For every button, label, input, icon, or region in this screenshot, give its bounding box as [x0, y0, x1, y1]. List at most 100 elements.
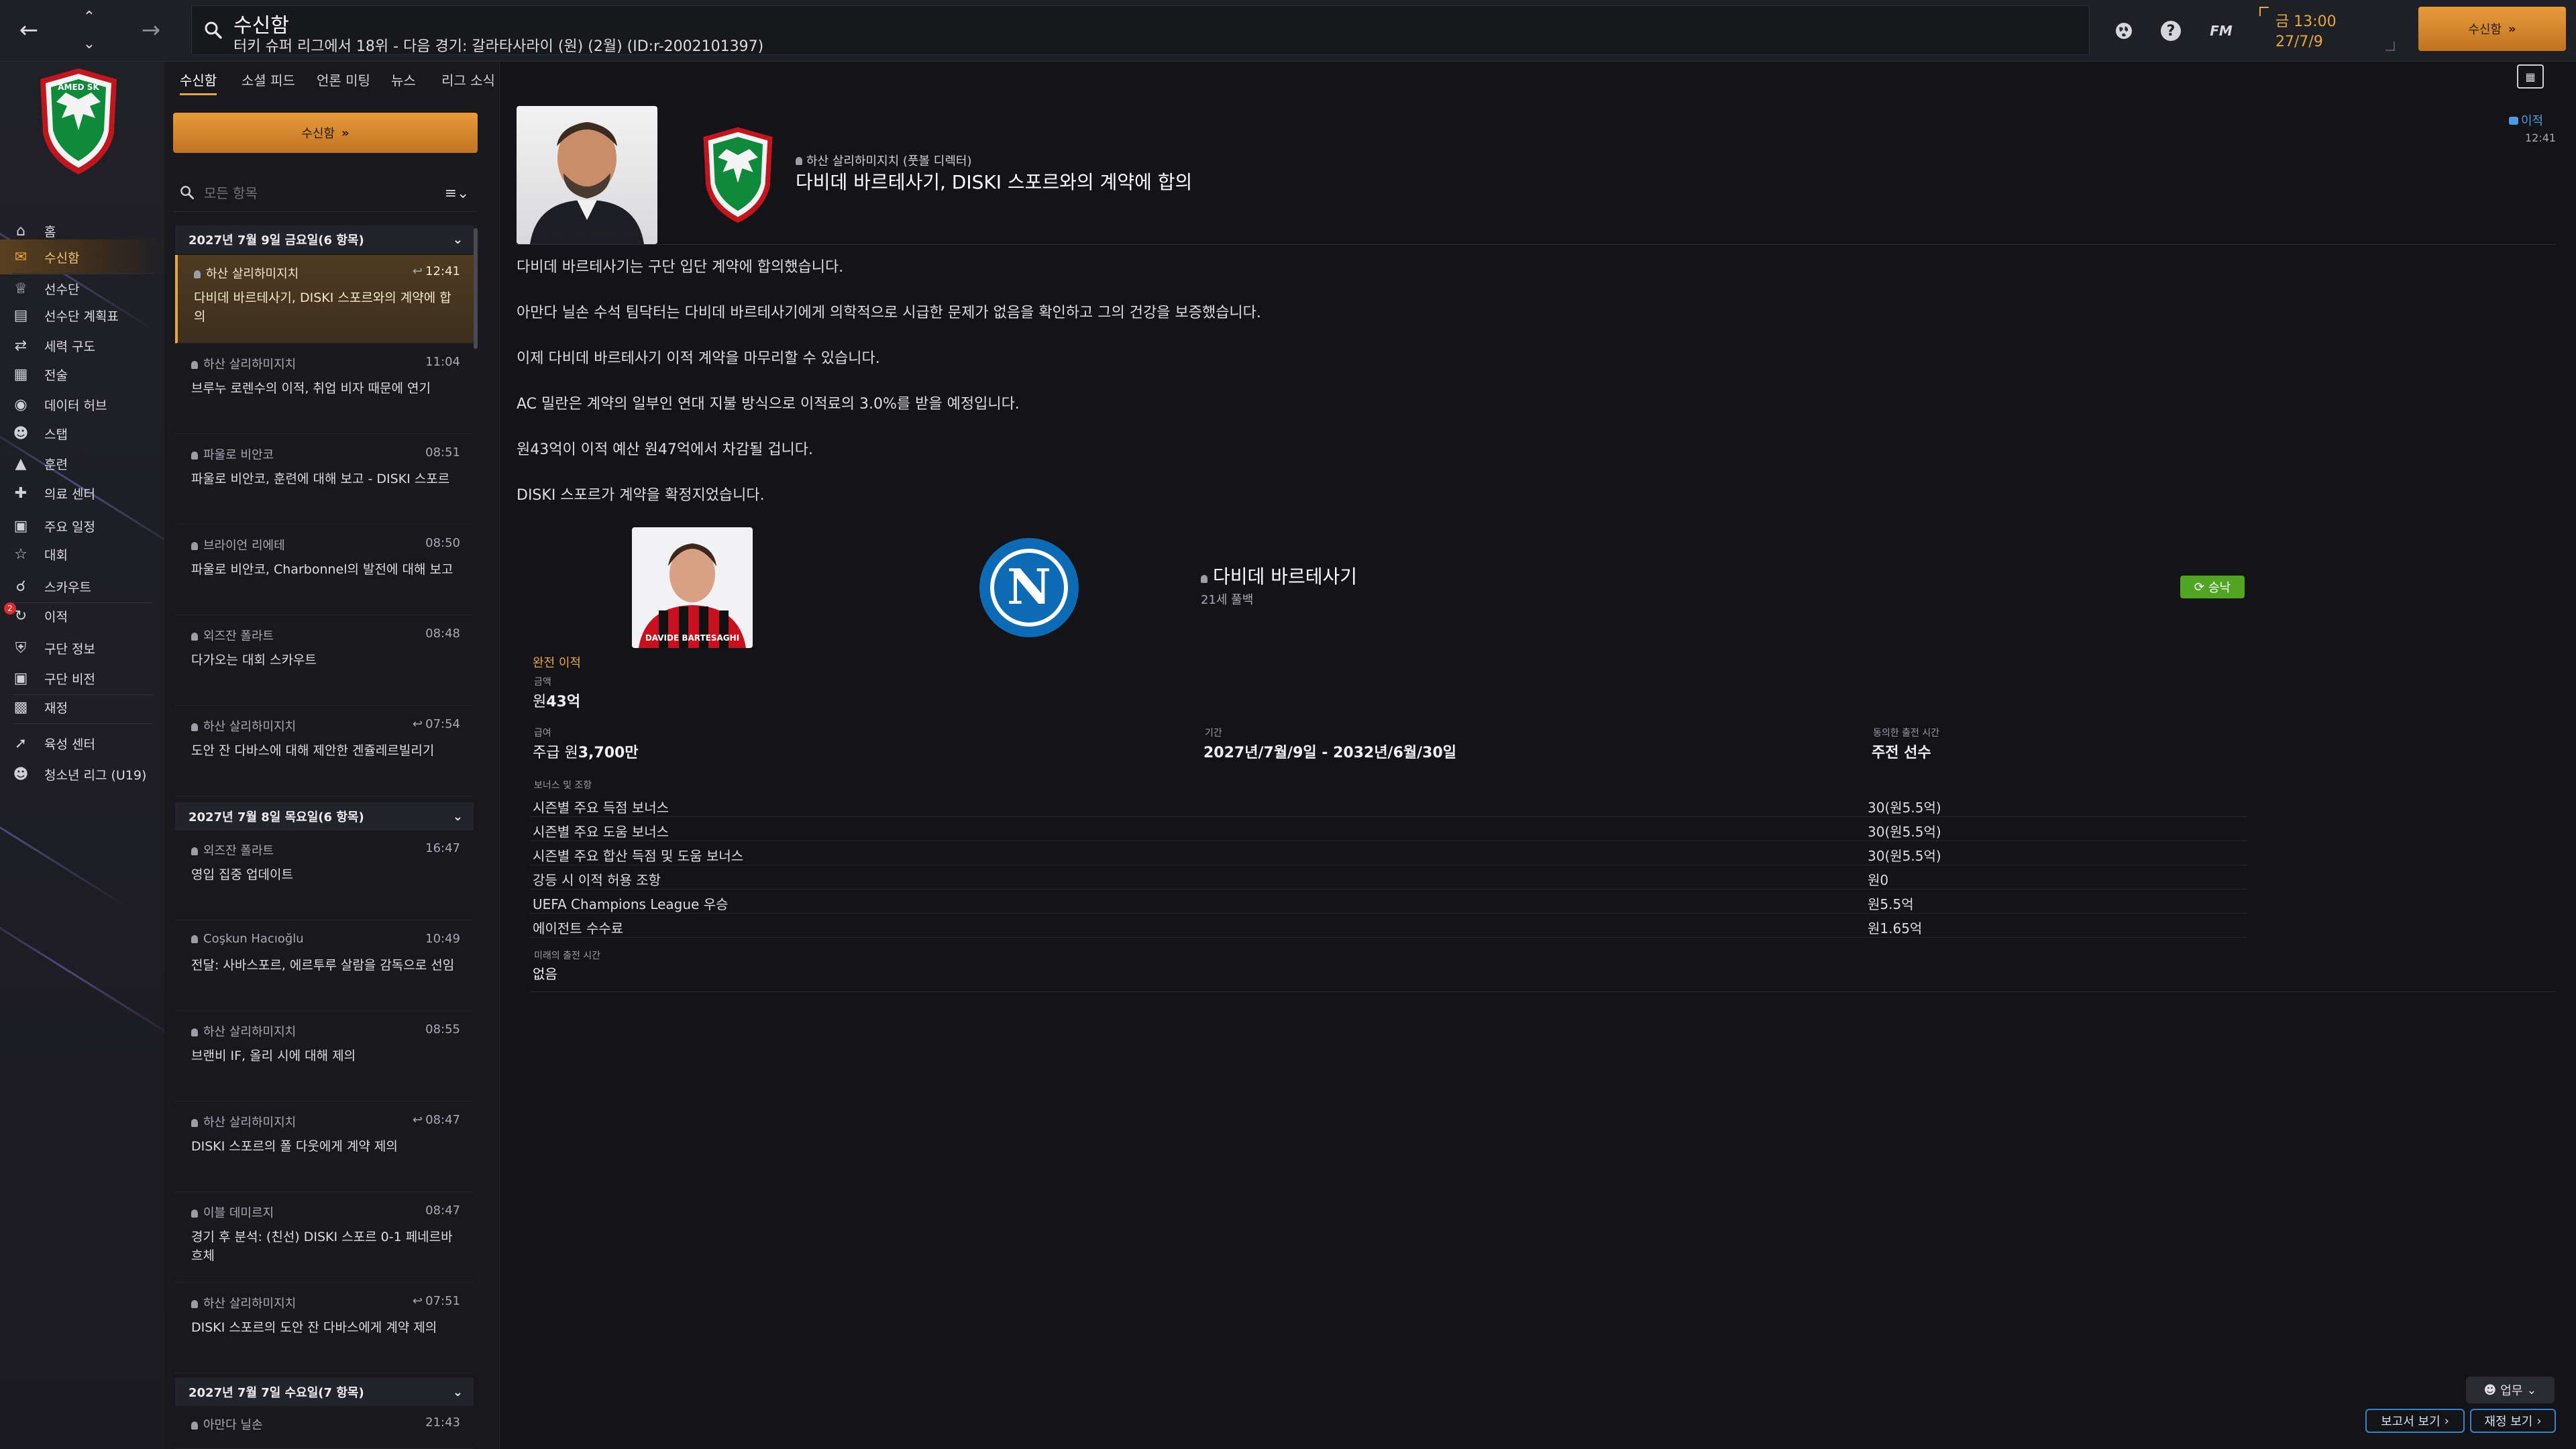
message-sender[interactable]: 하산 살리하미지치 (풋볼 디렉터): [796, 152, 972, 169]
inbox-message[interactable]: 외즈잔 폴라트 08:48 다가오는 대회 스카우트: [175, 617, 474, 706]
inbox-message[interactable]: 이블 데미르지 08:47 경기 후 분석: (친선) DISKI 스포르 0-1 …: [175, 1194, 474, 1283]
inbox-compose-button[interactable]: 수신함 »: [173, 113, 478, 153]
inbox-scrollbar[interactable]: [474, 228, 478, 349]
tab-3[interactable]: 뉴스: [391, 67, 416, 91]
inbox-message[interactable]: 아만다 닐손 21:43: [175, 1406, 474, 1449]
sidebar-item-label: 의료 센터: [44, 486, 95, 502]
help-icon[interactable]: ?: [2159, 19, 2183, 43]
sidebar-item-label: 홈: [44, 224, 56, 239]
message-time: 11:04: [425, 355, 460, 369]
fee-prefix: 원: [533, 694, 547, 710]
world-icon[interactable]: [2112, 19, 2136, 43]
chevron-down-icon: ⌄: [452, 1385, 463, 1399]
inbox-day-header[interactable]: 2027년 7월 8일 목요일(6 항목) ⌄: [175, 802, 474, 830]
inbox-filter-input[interactable]: [204, 181, 405, 205]
view-report-button[interactable]: 보고서 보기 ›: [2365, 1409, 2465, 1433]
continue-label: 수신함: [2468, 23, 2502, 37]
details-divider: [530, 991, 2556, 992]
inbox-message[interactable]: 하산 살리하미지치 ↩ 07:51 DISKI 스포르의 도안 잔 다바스에게 계약 …: [175, 1285, 474, 1373]
inbox-message[interactable]: 하산 살리하미지치 ↩ 07:54 도안 잔 다바스에 대해 제안한 겐쥴레르빌리기: [175, 708, 474, 796]
sidebar-item-label: 재정: [44, 700, 68, 716]
message-subject: 브랜비 IF, 올리 시에 대해 제의: [191, 1049, 356, 1063]
sidebar: AMED SK ⌂ 홈 ✉ 수신함 ♕ 선수단 ▤ 선수단 계획표 ⇄ 세력 구도 ▦ 전술 ◉ 데이터 …: [0, 62, 164, 1449]
inbox-day-header[interactable]: 2027년 7월 7일 수요일(7 항목) ⌄: [175, 1378, 474, 1406]
club-logo[interactable]: AMED SK: [35, 66, 122, 177]
player-name[interactable]: 다비데 바르테사기: [1201, 562, 1357, 589]
wage-prefix: 주급 원: [533, 745, 578, 761]
bonus-name: 시즌별 주요 득점 보너스: [533, 800, 669, 816]
compact-view-icon[interactable]: ▦: [2517, 64, 2544, 89]
inbox-filter[interactable]: ≡⌄: [173, 174, 478, 212]
player-photo[interactable]: DAVIDE BARTESAGHI: [632, 527, 753, 648]
director-photo[interactable]: HASAN SALIHAMIDZIC: [517, 106, 657, 244]
message-subject: 브루누 로렌수의 이적, 취업 비자 때문에 연기: [191, 381, 431, 396]
sidebar-item-label: 대회: [44, 547, 68, 563]
inbox-icon: ✉: [14, 248, 28, 266]
inbox-day-label: 2027년 7월 8일 목요일(6 항목): [189, 810, 364, 824]
tab-2[interactable]: 언론 미팅: [317, 67, 370, 91]
sidebar-item-medical[interactable]: ✚ 의료 센터: [0, 476, 164, 511]
back-icon[interactable]: ←: [12, 13, 46, 47]
search-icon: [201, 18, 225, 42]
chevron-up-icon[interactable]: ⌃: [79, 5, 99, 28]
message-subject: 다가오는 대회 스카우트: [191, 653, 317, 667]
bonus-value: 30(원5.5억): [1868, 848, 1941, 864]
sidebar-item-finance[interactable]: ▩ 재정: [0, 690, 164, 724]
sidebar-item-label: 청소년 리그 (U19): [44, 767, 147, 783]
fm-menu-icon[interactable]: FM: [2204, 19, 2238, 43]
sidebar-item-inbox[interactable]: ✉ 수신함: [0, 239, 164, 274]
list-menu-icon[interactable]: ≡⌄: [441, 181, 472, 205]
chevron-down-icon[interactable]: ⌄: [79, 32, 99, 55]
player-photo-caption: DAVIDE BARTESAGHI: [645, 633, 740, 643]
forward-icon[interactable]: →: [134, 13, 168, 47]
sidebar-item-development[interactable]: ➚ 육성 센터: [0, 726, 164, 761]
inbox-day-header[interactable]: 2027년 7월 9일 금요일(6 항목) ⌄: [175, 225, 474, 254]
sidebar-item-label: 수신함: [44, 250, 80, 266]
tab-1[interactable]: 소셜 피드: [241, 67, 295, 91]
inbox-message[interactable]: 하산 살리하미지치 ↩ 12:41 다비데 바르테사기, DISKI 스포르와의 계약…: [175, 255, 474, 343]
person-icon: [1201, 575, 1208, 583]
inbox-message[interactable]: 하산 살리하미지치 11:04 브루누 로렌수의 이적, 취업 비자 때문에 연기: [175, 345, 474, 434]
tab-0[interactable]: 수신함: [180, 67, 217, 95]
sidebar-item-label: 이적: [44, 609, 68, 625]
bonus-name: 에이전트 수수료: [533, 920, 624, 936]
chevron-down-icon: ⌄: [2526, 1383, 2537, 1397]
tab-4[interactable]: 리그 소식: [441, 67, 495, 91]
continue-button[interactable]: 수신함 »: [2418, 7, 2566, 51]
sidebar-item-transfer[interactable]: ↻ 2 이적: [0, 598, 164, 633]
player-name-label: 다비데 바르테사기: [1213, 566, 1357, 588]
inbox-message[interactable]: 하산 살리하미지치 ↩ 08:47 DISKI 스포르의 폴 다웃에게 계약 제의: [175, 1104, 474, 1192]
sidebar-item-youth[interactable]: ☻ 청소년 리그 (U19): [0, 757, 164, 792]
sidebar-item-trophy[interactable]: ☆ 대회: [0, 537, 164, 572]
game-time: 금 13:00: [2275, 13, 2337, 30]
sidebar-item-label: 세력 구도: [44, 339, 95, 354]
reply-icon: ↩: [412, 264, 423, 278]
message-time: 08:55: [425, 1022, 460, 1036]
sidebar-divider: [12, 723, 153, 724]
chevron-right-icon: ›: [2444, 1413, 2449, 1428]
sidebar-item-label: 선수단 계획표: [44, 309, 119, 324]
search-box[interactable]: 수신함 터키 슈퍼 리그에서 18위 - 다음 경기: 갈라타사라이 (원) (…: [191, 5, 2090, 55]
inbox-message[interactable]: 하산 살리하미지치 08:55 브랜비 IF, 올리 시에 대해 제의: [175, 1013, 474, 1102]
future-time-value: 없음: [533, 966, 557, 982]
message-sender: 하산 살리하미지치: [191, 1294, 296, 1311]
youth-icon: ☻: [13, 765, 29, 783]
message-time: 21:43: [425, 1415, 460, 1430]
message-time: 08:47: [425, 1113, 460, 1127]
duties-button[interactable]: ☻ 업무 ⌄: [2466, 1377, 2555, 1403]
sidebar-item-label: 선수단: [44, 282, 80, 297]
inbox-message[interactable]: Coşkun Hacıoğlu 10:49 전달: 사바스포르, 에르투루 살람을 …: [175, 922, 474, 1011]
bonus-value: 30(원5.5억): [1868, 824, 1941, 840]
napoli-crest[interactable]: N: [978, 537, 1080, 639]
message-time: 07:51: [425, 1294, 460, 1308]
sidebar-item-label: 스카우트: [44, 580, 91, 595]
notification-badge: 2: [4, 602, 16, 614]
inbox-message[interactable]: 파울로 비안코 08:51 파울로 비안코, 훈련에 대해 보고 - DISKI 스…: [175, 436, 474, 525]
training-icon: ▲: [15, 455, 27, 472]
view-finance-button[interactable]: 재정 보기 ›: [2470, 1409, 2556, 1433]
inbox-message[interactable]: 외즈잔 폴라트 16:47 영입 집중 업데이트: [175, 832, 474, 920]
inbox-message[interactable]: 브라이언 리에테 08:50 파울로 비안코, Charbonnel의 발전에 대해…: [175, 527, 474, 615]
person-icon: [796, 157, 802, 165]
squad-icon: ♕: [14, 280, 28, 297]
message-time: 10:49: [425, 932, 460, 946]
